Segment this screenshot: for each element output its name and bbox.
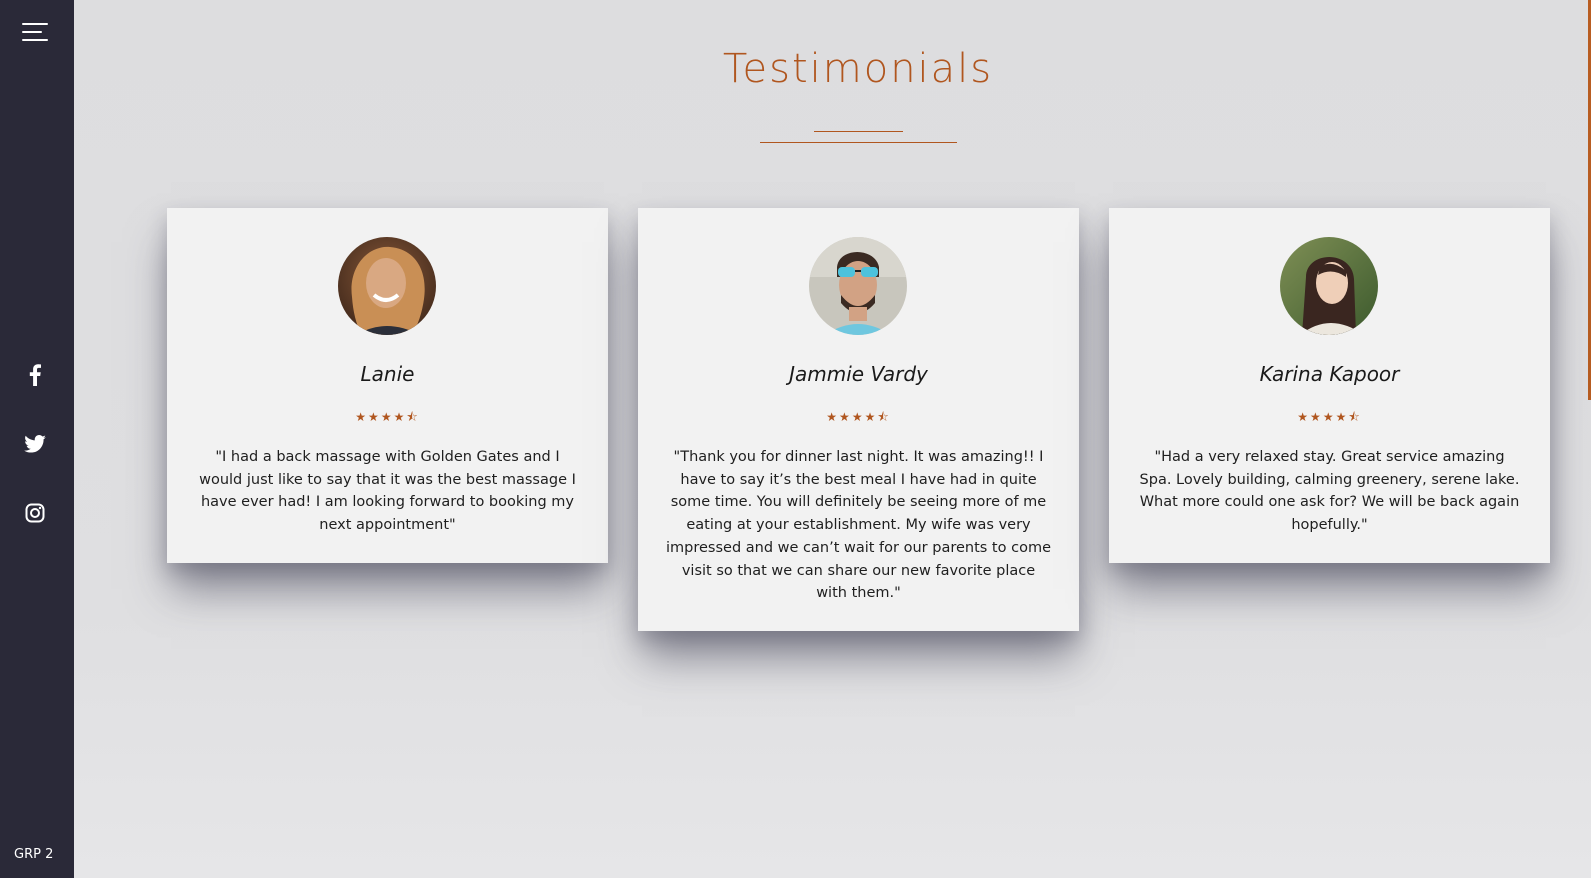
sidebar: GRP 2 <box>0 0 74 878</box>
star-rating-icon: ★★★★⯪ <box>355 410 420 424</box>
star-rating-icon: ★★★★⯪ <box>826 410 891 424</box>
title-divider-short <box>814 131 903 132</box>
title-divider-long <box>760 142 957 143</box>
facebook-icon[interactable] <box>22 362 48 388</box>
testimonial-card: Karina Kapoor ★★★★⯪ "Had a very relaxed … <box>1109 208 1550 563</box>
reviewer-name: Karina Kapoor <box>1259 362 1400 386</box>
testimonial-text: "I had a back massage with Golden Gates … <box>199 449 576 534</box>
testimonial-card: Lanie ★★★★⯪ "I had a back massage with G… <box>167 208 608 563</box>
reviewer-name: Lanie <box>360 362 415 386</box>
star-rating-icon: ★★★★⯪ <box>1297 410 1362 424</box>
avatar <box>338 237 436 335</box>
testimonial-card: Jammie Vardy ★★★★⯪ "Thank you for dinner… <box>638 208 1079 631</box>
avatar <box>809 237 907 335</box>
testimonial-text: "Thank you for dinner last night. It was… <box>666 449 1051 602</box>
twitter-icon[interactable] <box>22 431 48 457</box>
avatar <box>1280 237 1378 335</box>
section-title: Testimonials <box>722 46 994 92</box>
reviewer-name: Jammie Vardy <box>789 362 928 386</box>
hamburger-menu-icon[interactable] <box>22 23 48 43</box>
group-label: GRP 2 <box>14 847 54 862</box>
instagram-icon[interactable] <box>22 500 48 526</box>
testimonial-text: "Had a very relaxed stay. Great service … <box>1139 449 1520 534</box>
